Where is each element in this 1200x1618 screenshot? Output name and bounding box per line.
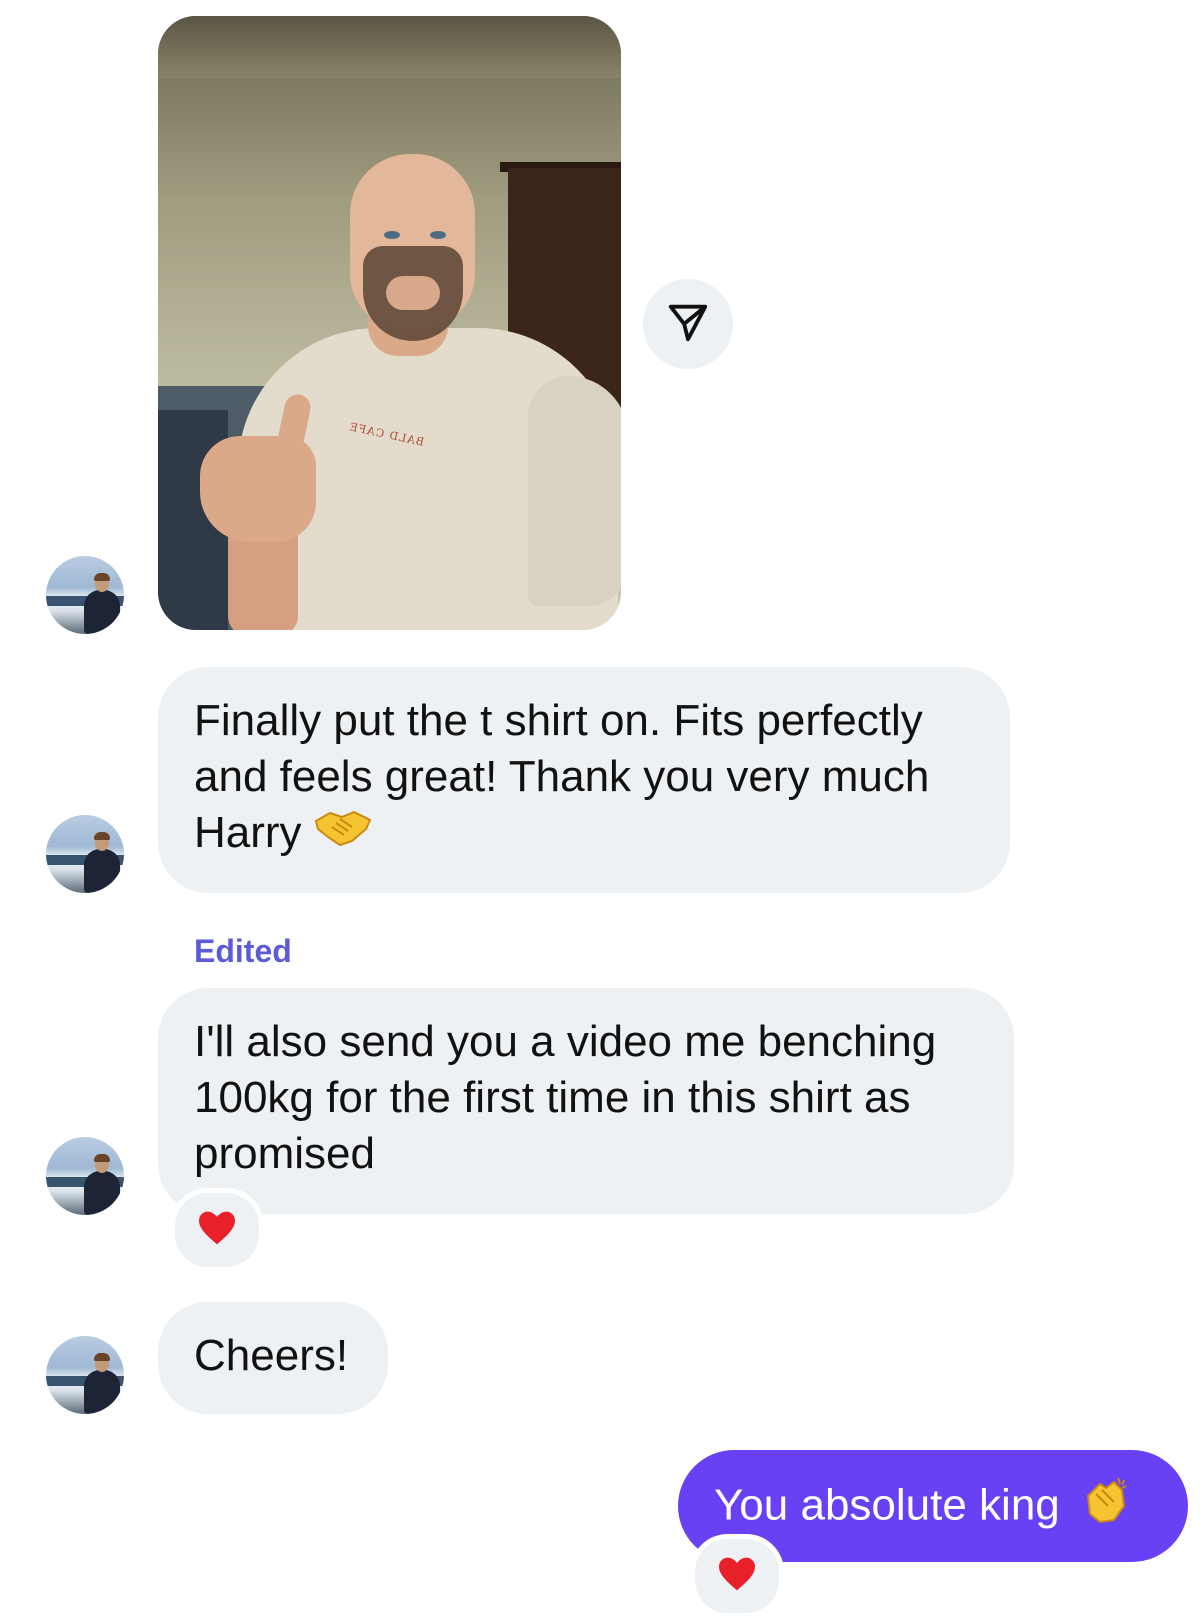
- message-bubble[interactable]: Cheers!: [158, 1302, 388, 1414]
- avatar[interactable]: [46, 1336, 124, 1414]
- shared-photo[interactable]: BALD CAFE: [158, 16, 621, 630]
- message-text: Finally put the t shirt on. Fits perfect…: [194, 696, 930, 857]
- message-text: You absolute king: [714, 1480, 1060, 1530]
- avatar[interactable]: [46, 815, 124, 893]
- edited-label: Edited: [194, 933, 292, 969]
- heart-icon: [717, 1556, 757, 1597]
- message-bubble[interactable]: I'll also send you a video me benching 1…: [158, 988, 1014, 1214]
- clapping-hands-emoji: [1078, 1476, 1130, 1540]
- avatar[interactable]: [46, 556, 124, 634]
- heart-icon: [197, 1210, 237, 1251]
- reaction-badge[interactable]: [690, 1534, 784, 1618]
- handshake-emoji: [314, 807, 372, 863]
- message-text: Cheers!: [194, 1331, 349, 1380]
- message-bubble[interactable]: Finally put the t shirt on. Fits perfect…: [158, 667, 1010, 893]
- message-text: I'll also send you a video me benching 1…: [194, 1017, 937, 1178]
- avatar[interactable]: [46, 1137, 124, 1215]
- share-button[interactable]: [643, 279, 733, 369]
- send-icon: [665, 299, 711, 350]
- reaction-badge[interactable]: [170, 1188, 264, 1272]
